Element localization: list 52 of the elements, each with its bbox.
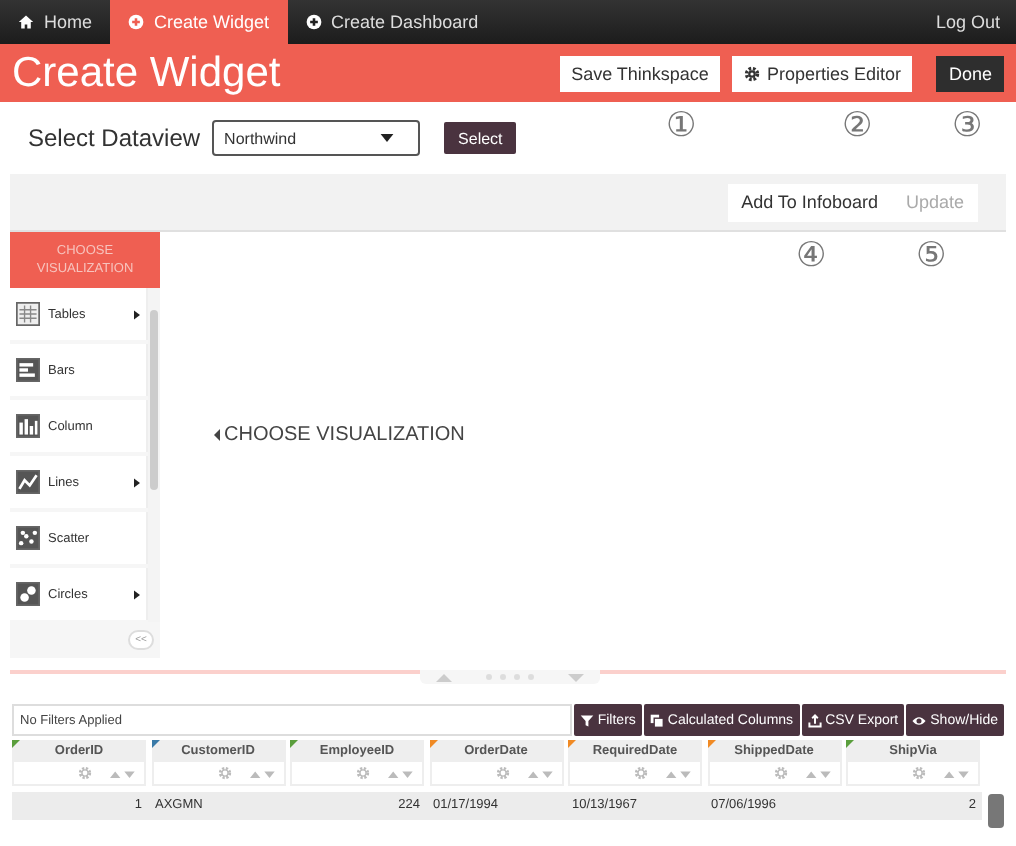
sort-arrows-icon[interactable] bbox=[666, 769, 692, 777]
gear-icon[interactable] bbox=[495, 766, 509, 780]
lines-chart-icon bbox=[16, 470, 40, 494]
left-arrow-icon bbox=[214, 428, 220, 442]
gear-icon[interactable] bbox=[773, 766, 787, 780]
sort-arrows-icon[interactable] bbox=[527, 769, 553, 777]
sort-arrows-icon[interactable] bbox=[388, 769, 414, 777]
toolbar-button[interactable]: Add To Infoboard bbox=[727, 183, 892, 221]
gear-icon[interactable] bbox=[217, 766, 231, 780]
plus-circle-icon bbox=[128, 14, 145, 30]
canvas-hint: CHOOSE VISUALIZATION bbox=[224, 424, 465, 446]
circles-chart-icon bbox=[16, 582, 40, 606]
copy-icon bbox=[649, 713, 664, 727]
callout-number: ② bbox=[842, 106, 872, 146]
dataview-dropdown[interactable]: Northwind bbox=[212, 120, 421, 156]
header-button[interactable]: Save Thinkspace bbox=[559, 55, 721, 91]
eye-icon bbox=[912, 713, 927, 727]
column-chart-icon bbox=[16, 414, 40, 438]
table-chart-icon bbox=[16, 302, 40, 326]
sort-arrows-icon[interactable] bbox=[944, 769, 970, 777]
export-icon bbox=[807, 713, 822, 727]
home-icon bbox=[18, 14, 34, 30]
bars-chart-icon bbox=[16, 358, 40, 382]
gear-icon bbox=[744, 65, 761, 81]
submenu-arrow-icon bbox=[134, 589, 140, 599]
gear-icon[interactable] bbox=[634, 766, 648, 780]
nav-tab[interactable]: Create Dashboard bbox=[287, 0, 497, 44]
callout-number: ① bbox=[666, 106, 696, 146]
sort-arrows-icon[interactable] bbox=[805, 769, 831, 777]
submenu-arrow-icon bbox=[134, 309, 140, 319]
gear-icon[interactable] bbox=[356, 766, 370, 780]
page-title: Create Widget bbox=[12, 49, 281, 97]
scatter-chart-icon bbox=[16, 526, 40, 550]
select-button[interactable]: Select bbox=[444, 122, 517, 154]
header-button[interactable]: Done bbox=[936, 55, 1004, 91]
filter-icon bbox=[579, 713, 594, 727]
gear-icon[interactable] bbox=[912, 766, 926, 780]
sort-arrows-icon[interactable] bbox=[110, 769, 136, 777]
caret-icon bbox=[380, 134, 395, 142]
logout-link[interactable]: Log Out bbox=[919, 0, 1016, 44]
callout-number: ③ bbox=[952, 106, 982, 146]
header-button[interactable]: Properties Editor bbox=[732, 55, 913, 91]
callout-number: ⑤ bbox=[916, 236, 946, 276]
gear-icon[interactable] bbox=[78, 766, 92, 780]
scrollbar[interactable] bbox=[988, 794, 1004, 828]
submenu-arrow-icon bbox=[134, 477, 140, 487]
sort-arrows-icon[interactable] bbox=[249, 769, 275, 777]
callout-number: ④ bbox=[796, 236, 826, 276]
plus-circle-icon bbox=[305, 14, 322, 30]
resize-handle[interactable] bbox=[420, 670, 600, 684]
dataview-label: Select Dataview bbox=[28, 124, 201, 152]
nav-tab[interactable]: Home bbox=[0, 0, 111, 44]
